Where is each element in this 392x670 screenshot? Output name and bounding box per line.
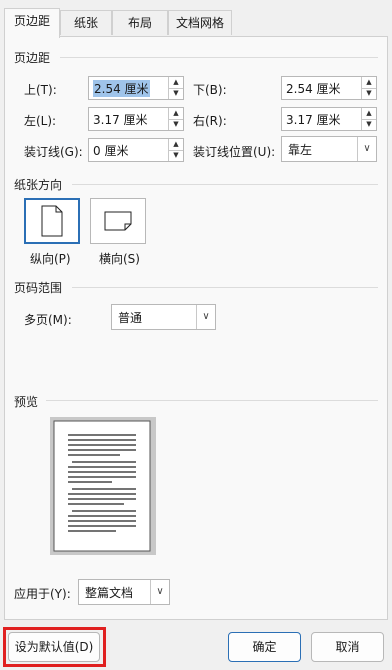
apply-to-value: 整篇文档	[85, 586, 134, 600]
highlight-box	[3, 627, 106, 667]
chevron-down-icon: ∨	[196, 305, 215, 329]
cancel-label: 取消	[335, 640, 360, 654]
portrait-label: 纵向(P)	[30, 252, 71, 266]
tab-label: 页边距	[13, 14, 50, 28]
right-margin-value: 3.17 厘米	[286, 113, 341, 127]
spin-down-icon[interactable]: ▼	[362, 119, 376, 130]
ok-label: 确定	[252, 640, 277, 654]
chevron-down-icon: ∨	[150, 580, 169, 604]
pages-section-title: 页码范围	[14, 279, 67, 296]
gutter-position-select[interactable]: 靠左 ∨	[281, 136, 377, 162]
right-margin-stepper[interactable]: 3.17 厘米 ▲ ▼	[281, 107, 377, 131]
spin-down-icon[interactable]: ▼	[362, 88, 376, 99]
landscape-page-icon	[104, 211, 132, 231]
right-label: 右(R):	[193, 114, 227, 128]
left-margin-stepper[interactable]: 3.17 厘米 ▲ ▼	[88, 107, 184, 131]
apply-to-select[interactable]: 整篇文档 ∨	[78, 579, 170, 605]
tab-doc-grid[interactable]: 文档网格	[168, 10, 232, 35]
top-margin-value: 2.54 厘米	[93, 80, 150, 97]
section-divider	[46, 400, 378, 401]
gutter-position-label: 装订线位置(U):	[193, 145, 276, 159]
portrait-page-icon	[41, 205, 63, 237]
ok-button[interactable]: 确定	[228, 632, 301, 662]
apply-to-label: 应用于(Y):	[14, 587, 71, 601]
bottom-margin-stepper[interactable]: 2.54 厘米 ▲ ▼	[281, 76, 377, 100]
spin-down-icon[interactable]: ▼	[169, 119, 183, 130]
gutter-stepper[interactable]: 0 厘米 ▲ ▼	[88, 138, 184, 162]
preview-frame	[50, 417, 156, 555]
bottom-label: 下(B):	[193, 83, 227, 97]
section-divider	[72, 287, 378, 288]
tab-layout[interactable]: 布局	[112, 10, 168, 35]
tab-paper[interactable]: 纸张	[60, 10, 112, 35]
section-divider	[60, 57, 378, 58]
spin-down-icon[interactable]: ▼	[169, 88, 183, 99]
portrait-option[interactable]	[24, 198, 80, 244]
left-label: 左(L):	[24, 114, 57, 128]
gutter-position-value: 靠左	[288, 143, 313, 157]
landscape-option[interactable]	[90, 198, 146, 244]
section-divider	[72, 184, 378, 185]
top-label: 上(T):	[24, 83, 57, 97]
left-margin-value: 3.17 厘米	[93, 113, 148, 127]
tab-label: 文档网格	[175, 16, 224, 30]
top-margin-stepper[interactable]: 2.54 厘米 ▲ ▼	[88, 76, 184, 100]
spin-down-icon[interactable]: ▼	[169, 150, 183, 161]
chevron-down-icon: ∨	[357, 137, 376, 161]
gutter-value: 0 厘米	[93, 144, 129, 158]
cancel-button[interactable]: 取消	[311, 632, 384, 662]
multiple-pages-select[interactable]: 普通 ∨	[111, 304, 216, 330]
tab-margins[interactable]: 页边距	[4, 8, 60, 38]
margins-section-title: 页边距	[14, 49, 55, 66]
gutter-label: 装订线(G):	[24, 145, 83, 159]
multiple-pages-label: 多页(M):	[24, 313, 72, 327]
tab-label: 纸张	[73, 16, 98, 30]
tab-label: 布局	[127, 16, 152, 30]
preview-page	[53, 420, 151, 552]
multiple-pages-value: 普通	[118, 311, 143, 325]
orientation-section-title: 纸张方向	[14, 176, 67, 193]
bottom-margin-value: 2.54 厘米	[286, 82, 341, 96]
preview-section-title: 预览	[14, 393, 43, 410]
landscape-label: 横向(S)	[99, 252, 140, 266]
